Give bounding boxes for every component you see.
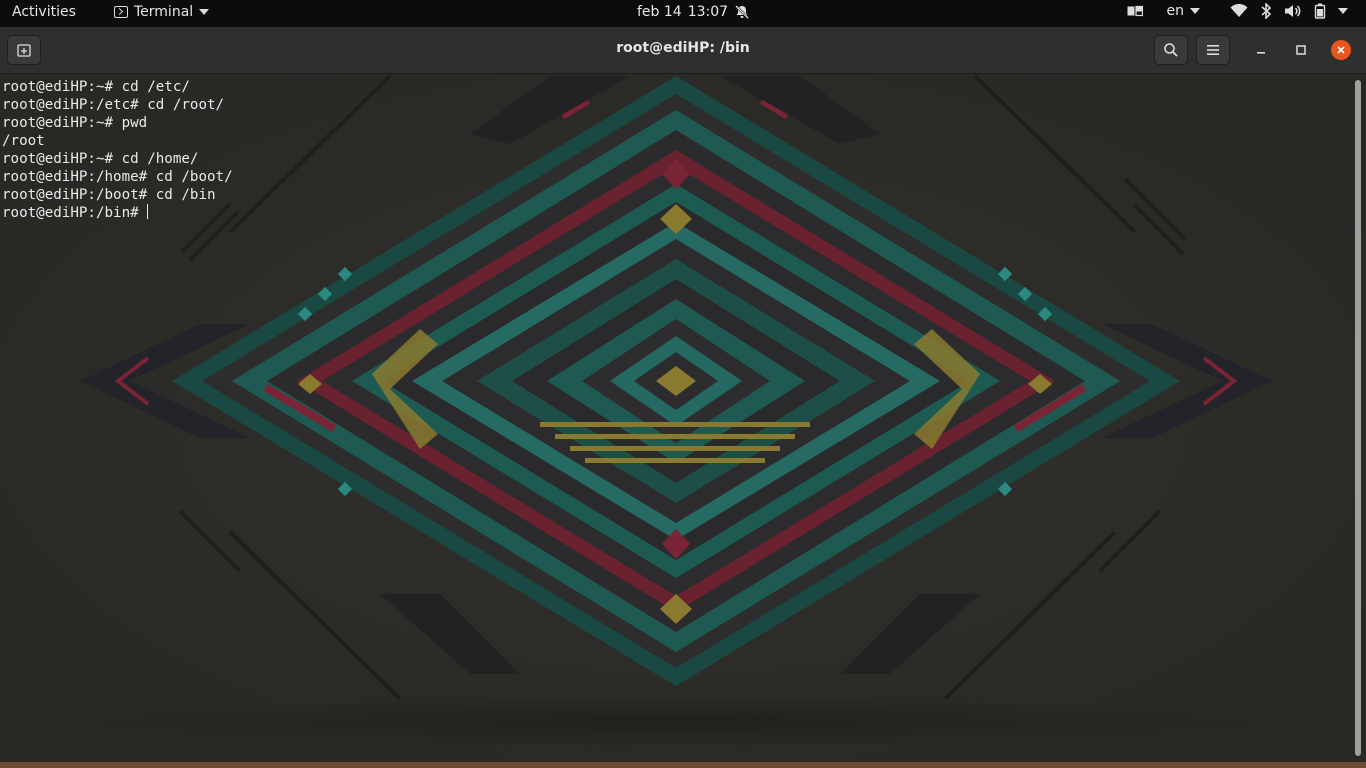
bluetooth-icon <box>1261 3 1272 19</box>
volume-icon <box>1285 5 1301 17</box>
terminal-prompt-line[interactable]: root@ediHP:/bin# <box>2 204 233 222</box>
menu-button[interactable] <box>1196 35 1230 65</box>
dnd-bell-icon <box>735 5 749 19</box>
terminal-view[interactable]: root@ediHP:~# cd /etc/root@ediHP:/etc# c… <box>0 74 1366 762</box>
clock-date: feb 14 <box>637 4 682 20</box>
maximize-icon <box>1296 45 1306 55</box>
app-menu-label: Terminal <box>134 4 194 20</box>
scrollbar[interactable] <box>1355 80 1361 756</box>
power-menu-icon <box>1338 8 1348 14</box>
chevron-down-icon <box>199 9 210 15</box>
close-icon <box>1337 46 1345 54</box>
text-cursor <box>147 204 149 219</box>
terminal-line: root@ediHP:~# pwd <box>2 115 148 131</box>
maximize-button[interactable] <box>1291 40 1311 60</box>
top-bar: Activities Terminal feb 14 13:07 en <box>0 0 1366 27</box>
wifi-icon <box>1230 4 1248 17</box>
minimize-button[interactable] <box>1251 40 1271 60</box>
keyboard-layout-label: en <box>1166 3 1185 19</box>
desktop-edge <box>0 762 1366 768</box>
search-button[interactable] <box>1154 35 1188 65</box>
clock[interactable]: feb 14 13:07 <box>637 4 750 20</box>
display-icon <box>1127 5 1143 17</box>
clock-time: 13:07 <box>687 4 729 20</box>
battery-icon <box>1314 3 1326 19</box>
terminal-line: root@ediHP:~# cd /etc/ <box>2 79 190 95</box>
close-button[interactable] <box>1331 40 1351 60</box>
activities-button[interactable]: Activities <box>12 4 76 20</box>
header-bar[interactable]: root@ediHP: /bin <box>0 27 1366 74</box>
terminal-line: root@ediHP:/home# cd /boot/ <box>2 169 233 185</box>
terminal-line: root@ediHP:/etc# cd /root/ <box>2 97 225 113</box>
terminal-prompt: root@ediHP:/bin# <box>2 205 148 221</box>
keyboard-layout-menu[interactable]: en <box>1166 3 1200 19</box>
app-menu[interactable]: Terminal <box>114 4 210 20</box>
hamburger-icon <box>1207 45 1219 55</box>
terminal-icon <box>114 6 128 18</box>
terminal-window: root@ediHP: /bin root@ediHP:~# cd /etc/ … <box>0 27 1366 762</box>
terminal-line: root@ediHP:~# cd /home/ <box>2 151 199 167</box>
terminal-line: root@ediHP:/boot# cd /bin <box>2 187 216 203</box>
chevron-down-icon <box>1190 8 1200 14</box>
search-icon <box>1164 43 1178 57</box>
system-tray[interactable]: en <box>1127 3 1348 19</box>
minimize-icon <box>1257 52 1265 54</box>
terminal-line: /root <box>2 133 45 149</box>
terminal-output[interactable]: root@ediHP:~# cd /etc/root@ediHP:/etc# c… <box>2 78 233 222</box>
